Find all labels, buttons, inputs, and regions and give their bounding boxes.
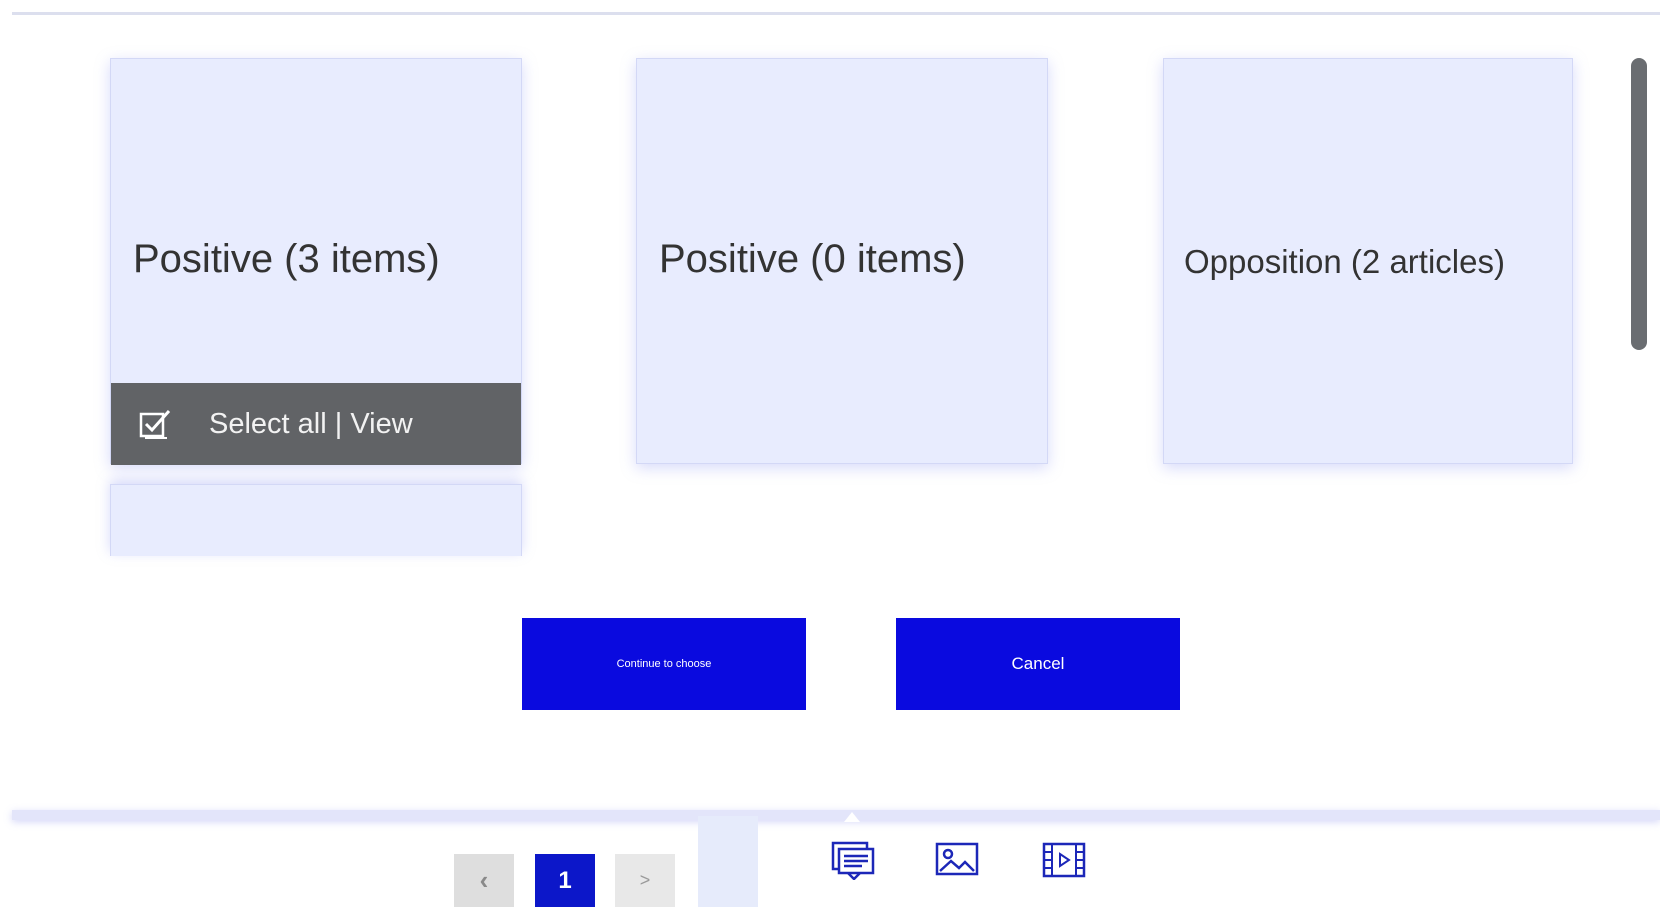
highlight-strip (698, 816, 758, 907)
text-icon[interactable] (830, 840, 876, 880)
vertical-scrollbar[interactable] (1631, 58, 1647, 350)
next-page-button[interactable]: > (615, 854, 675, 907)
previous-page-button[interactable]: ‹ (454, 854, 514, 907)
select-all-view-label[interactable]: Select all | View (209, 408, 413, 441)
category-card-opposition[interactable]: Opposition (2 articles) (1163, 58, 1573, 464)
card-title: Positive (3 items) (133, 237, 440, 281)
bottom-divider (12, 810, 1660, 820)
current-page-button[interactable]: 1 (535, 854, 595, 907)
select-all-view-bar[interactable]: Select all | View (111, 383, 521, 465)
video-icon[interactable] (1041, 840, 1087, 880)
category-card-positive-3[interactable]: Positive (3 items) Select all | View (110, 58, 522, 465)
card-title: Opposition (2 articles) (1184, 243, 1505, 280)
checkbox-check-icon[interactable] (139, 408, 173, 440)
image-icon[interactable] (934, 840, 980, 880)
category-card-partial[interactable] (110, 484, 522, 556)
continue-to-choose-button[interactable]: Continue to choose (522, 618, 806, 710)
cancel-button[interactable]: Cancel (896, 618, 1180, 710)
card-title: Positive (0 items) (659, 237, 966, 281)
active-tab-pointer (844, 812, 860, 822)
category-card-positive-0[interactable]: Positive (0 items) (636, 58, 1048, 464)
top-divider (12, 12, 1660, 15)
